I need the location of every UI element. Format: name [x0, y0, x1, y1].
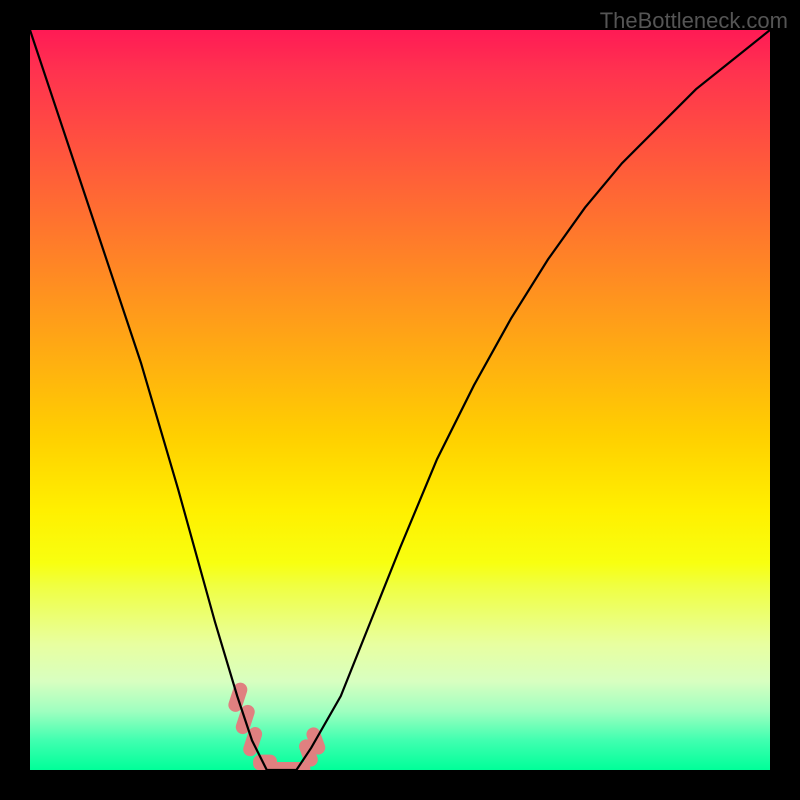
- highlight-marks: [227, 681, 328, 770]
- bottleneck-curve: [30, 30, 770, 770]
- chart-svg: [30, 30, 770, 770]
- chart-container: TheBottleneck.com: [0, 0, 800, 800]
- watermark-text: TheBottleneck.com: [600, 8, 788, 34]
- plot-area: [30, 30, 770, 770]
